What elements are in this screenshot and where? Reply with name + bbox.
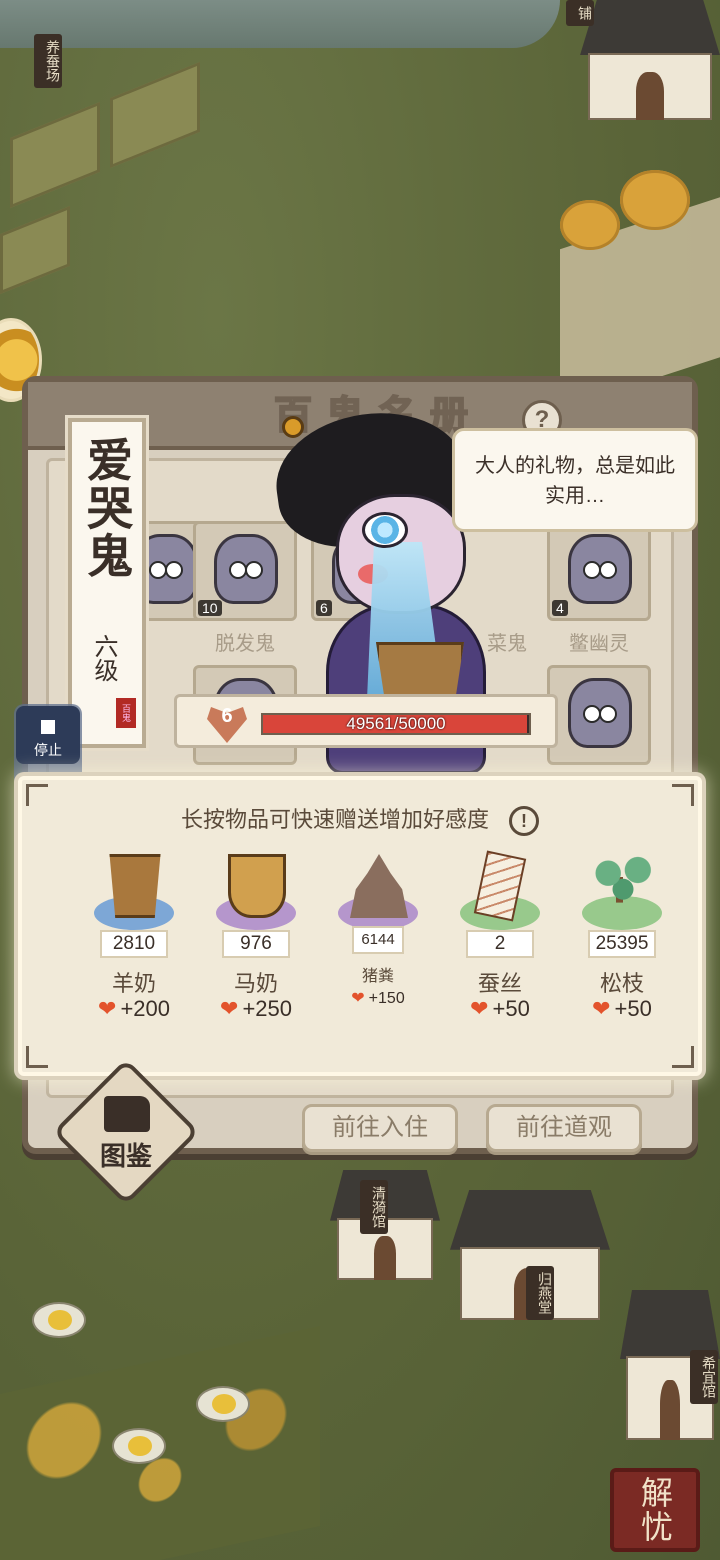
chrysanthemum-plot[interactable] [112, 1428, 166, 1464]
speech-bubble: 大人的礼物，总是如此实用… [452, 428, 698, 532]
affection-value: 49561/50000 [346, 714, 446, 733]
go-temple-button[interactable]: 前往道观 [486, 1104, 642, 1152]
sign-qingyi-hall[interactable]: 清漪馆 [360, 1180, 388, 1234]
gift-item-horse-milk[interactable]: 976 马奶 ❤ +250 [196, 848, 316, 1038]
affection-level: 6 [221, 705, 233, 727]
item-count: 2810 [100, 930, 168, 958]
book-icon [104, 1096, 150, 1132]
sign-guiyan-hall[interactable]: 归燕堂 [526, 1266, 554, 1320]
bonus-value: +250 [242, 996, 292, 1021]
ghost-title: 爱哭鬼 [80, 436, 134, 580]
gift-item-pine-branch[interactable]: 25395 松枝 ❤ +50 [562, 848, 682, 1038]
corner-ornament [672, 1046, 694, 1068]
bonus-value: +200 [120, 996, 170, 1021]
item-name: 松枝 [599, 971, 644, 996]
gift-item-pig-manure[interactable]: 6144 猪粪 ❤ +150 [318, 848, 438, 1038]
ghost-portrait [568, 534, 632, 604]
ghost-eye [362, 512, 408, 548]
stop-icon [41, 720, 55, 734]
gift-panel: 长按物品可快速赠送增加好感度! 2810 羊奶 ❤ +200 976 马奶 ❤ +2… [18, 776, 702, 1076]
bonus-value: +150 [368, 990, 405, 1007]
gift-hint: 长按物品可快速赠送增加好感度! [22, 802, 698, 837]
ghost-level: 4 [552, 600, 568, 616]
item-bonus: ❤ +50 [440, 996, 560, 1022]
item-name: 蚕丝 [477, 971, 522, 996]
ghost-name: 鳖幽灵 [569, 633, 629, 655]
goat-milk-bucket-icon [109, 854, 161, 918]
sign-xiyi-hall[interactable]: 希宜馆 [690, 1350, 718, 1404]
codex-label[interactable]: 图鉴 [74, 1136, 178, 1173]
item-name: 羊奶 [111, 971, 156, 996]
shop-building[interactable] [580, 0, 720, 120]
heart-icon: ❤ [470, 996, 489, 1021]
go-stay-button[interactable]: 前往入住 [302, 1104, 458, 1152]
silkworm-field [110, 61, 200, 169]
ghost-card[interactable] [547, 665, 651, 765]
silkworm-field [10, 101, 100, 209]
affection-bar: 6 49561/50000 [174, 694, 558, 748]
ghost-portrait [568, 678, 632, 748]
item-count: 25395 [588, 930, 656, 958]
red-seal-stamp: 百鬼 [116, 698, 136, 728]
stop-button[interactable]: 停止 [16, 706, 80, 764]
gift-item-goat-milk[interactable]: 2810 羊奶 ❤ +200 [74, 848, 194, 1038]
heart-icon: ❤ [351, 990, 365, 1007]
hat-knob [282, 416, 304, 438]
item-name: 猪粪 [361, 968, 394, 985]
heart-icon: ❤ [592, 996, 611, 1021]
affection-track: 49561/50000 [261, 713, 531, 735]
bonus-value: +50 [492, 996, 530, 1021]
item-count: 6144 [352, 926, 404, 954]
item-name: 马奶 [233, 971, 278, 996]
info-icon[interactable]: ! [509, 806, 539, 837]
heart-icon: ❤ [98, 996, 117, 1021]
item-count: 2 [466, 930, 534, 958]
river [0, 0, 560, 48]
sign-silkworm-farm[interactable]: 养蚕场 [34, 34, 62, 88]
chrysanthemum-plot[interactable] [32, 1302, 86, 1338]
chrysanthemum-plot[interactable] [196, 1386, 250, 1422]
corner-ornament [26, 1046, 48, 1068]
item-bonus: ❤ +250 [196, 996, 316, 1022]
pig-manure-icon [350, 854, 408, 918]
item-bonus: ❤ +50 [562, 996, 682, 1022]
heart-icon: ❤ [220, 996, 239, 1021]
stop-label: 停止 [34, 742, 62, 758]
item-bonus: ❤ +200 [74, 996, 194, 1022]
ghost-rank: 六级 [90, 634, 117, 682]
item-count: 976 [222, 930, 290, 958]
gift-item-silk[interactable]: 2 蚕丝 ❤ +50 [440, 848, 560, 1038]
jieyou-button[interactable]: 解忧 [610, 1468, 700, 1552]
horse-milk-pail-icon [228, 854, 286, 918]
ginkgo-tree [560, 200, 620, 250]
ghost-name-scroll: 爱哭鬼 六级 百鬼 [68, 418, 146, 748]
gift-hint-text: 长按物品可快速赠送增加好感度 [180, 807, 489, 832]
item-bonus: ❤ +150 [318, 988, 438, 1008]
ghost-card[interactable]: 4 [547, 521, 651, 621]
ghost-level: 10 [198, 600, 222, 616]
ginkgo-tree [620, 170, 690, 230]
bonus-value: +50 [614, 996, 652, 1021]
pine-branch-icon [586, 854, 660, 918]
sign-shop[interactable]: 铺 [566, 0, 594, 26]
silkworm-field [0, 205, 70, 295]
